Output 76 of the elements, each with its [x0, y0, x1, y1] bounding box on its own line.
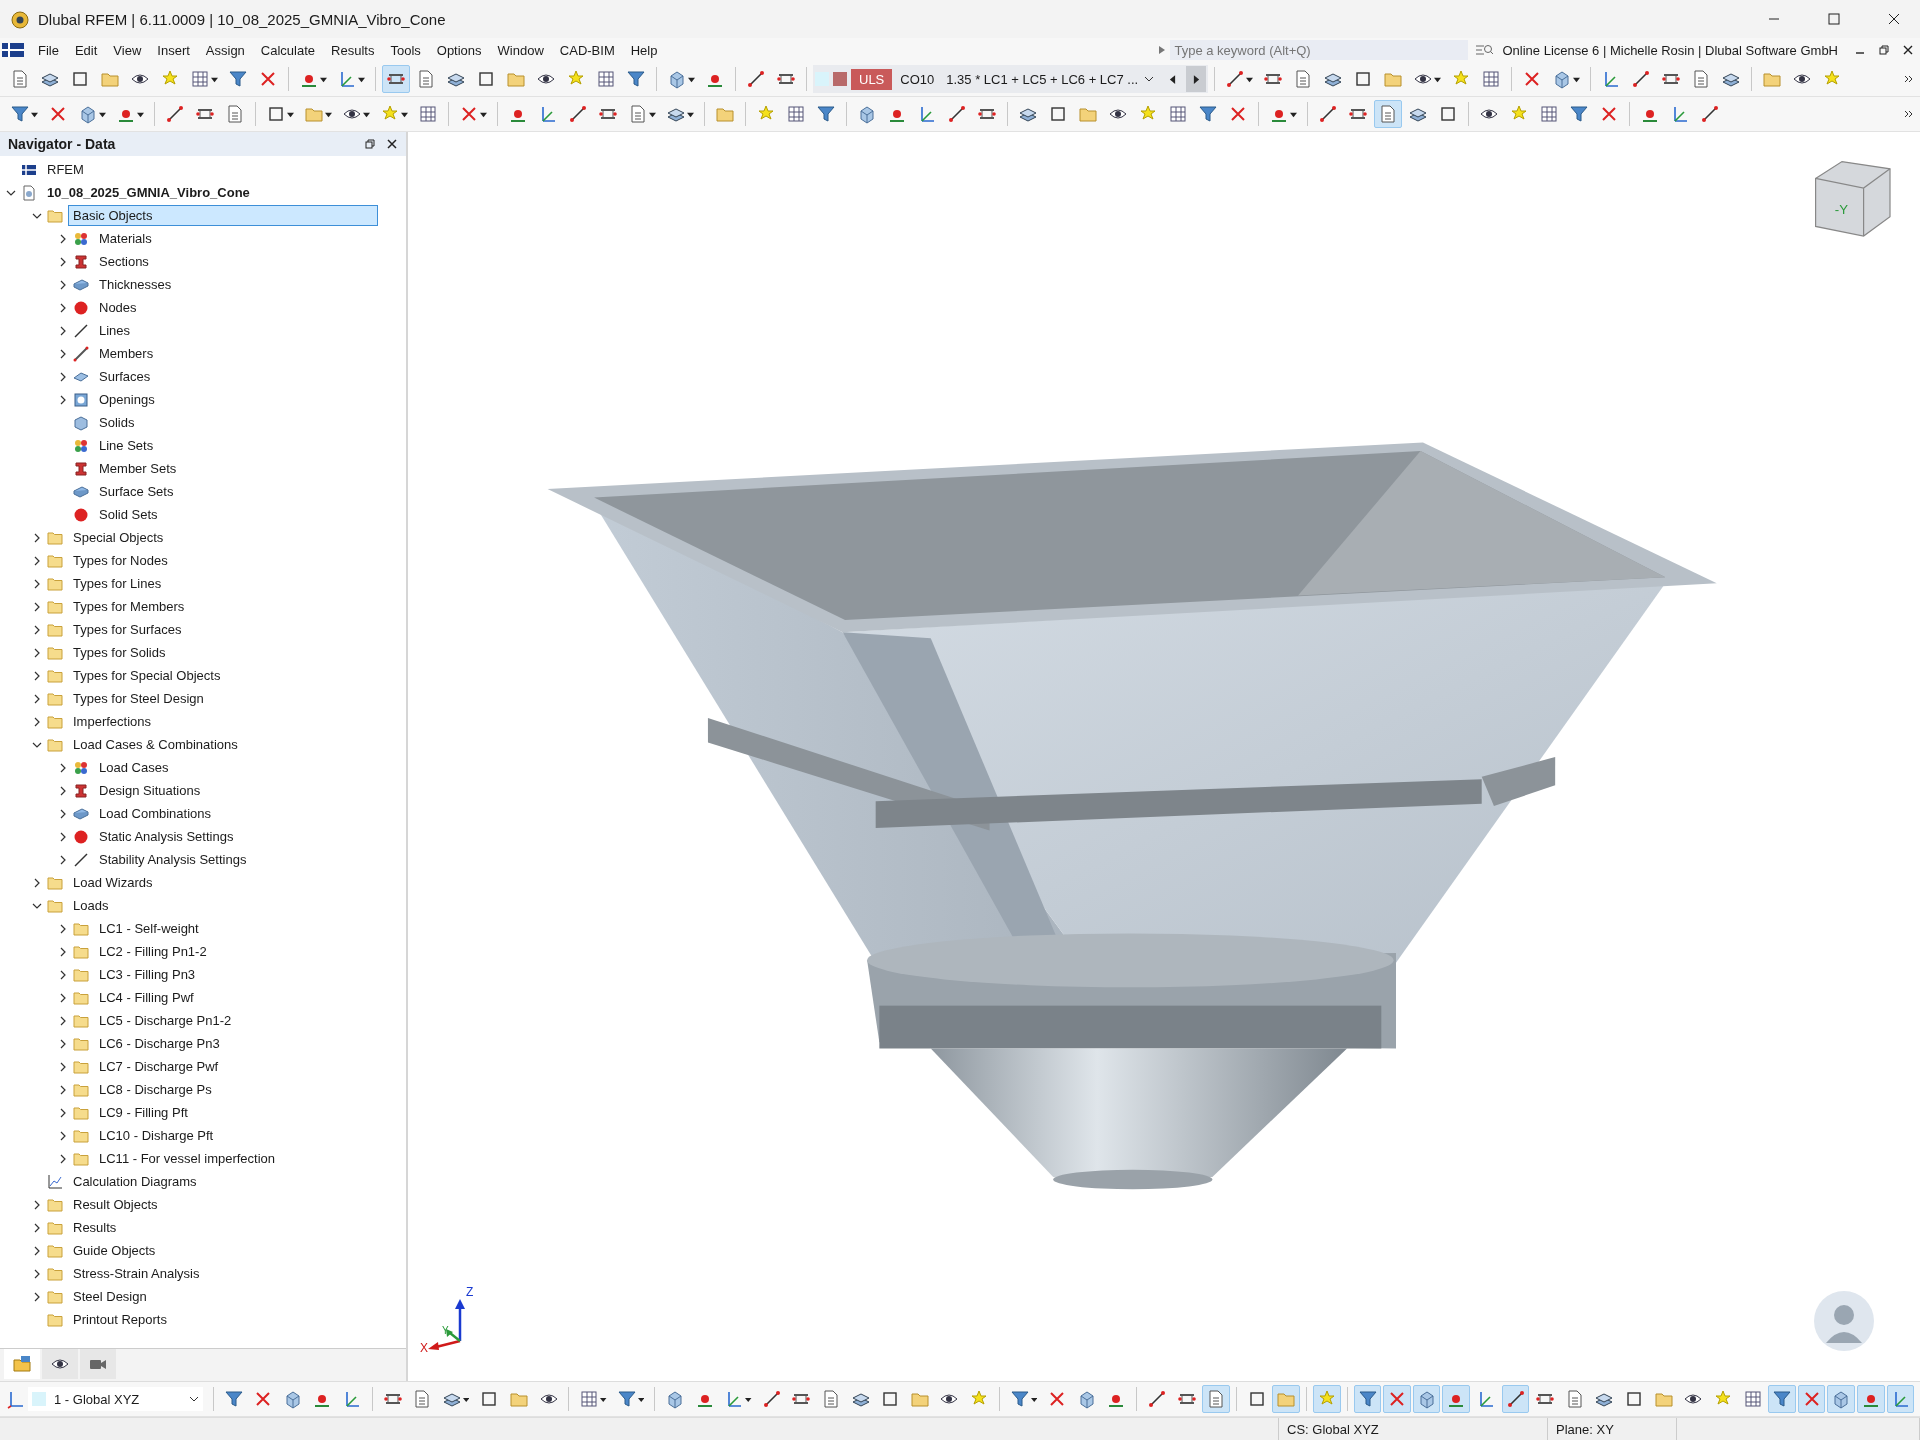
tree-item[interactable]: Types for Members — [68, 596, 190, 617]
search-field[interactable]: Type a keyword (Alt+Q) — [1170, 40, 1469, 60]
tree-item[interactable]: Design Situations — [94, 780, 206, 801]
tree-item[interactable]: Stability Analysis Settings — [94, 849, 252, 870]
tree-item[interactable]: LC6 - Discharge Pn3 — [94, 1033, 225, 1054]
menu-item[interactable]: Help — [622, 42, 666, 58]
tree-item[interactable]: Openings — [94, 389, 160, 410]
tree-item[interactable]: Calculation Diagrams — [68, 1171, 202, 1192]
tree-item[interactable]: Results — [68, 1217, 122, 1238]
tree-item[interactable]: LC11 - For vessel imperfection — [94, 1148, 281, 1169]
tree-item[interactable]: Guide Objects — [68, 1240, 161, 1261]
tree-item[interactable]: Materials — [94, 228, 157, 249]
tree-item[interactable]: Surfaces — [94, 366, 156, 387]
tree-item[interactable]: Sections — [94, 251, 154, 272]
tree-item[interactable]: Solids — [94, 412, 140, 433]
panel-title: Navigator - Data — [8, 136, 116, 152]
tree-item[interactable]: LC2 - Filling Pn1-2 — [94, 941, 212, 962]
tree-item[interactable]: Result Objects — [68, 1194, 163, 1215]
tree-item[interactable]: LC4 - Filling Pwf — [94, 987, 199, 1008]
menu-item[interactable]: Results — [323, 42, 383, 58]
tree-item[interactable]: Thicknesses — [94, 274, 177, 295]
menu-item[interactable]: Edit — [66, 42, 106, 58]
tree-item[interactable]: 10_08_2025_GMNIA_Vibro_Cone — [42, 182, 255, 203]
tree-item[interactable]: Types for Surfaces — [68, 619, 187, 640]
tree-item[interactable]: Nodes — [94, 297, 142, 318]
menu-item[interactable]: Assign — [197, 42, 253, 58]
tree-item[interactable]: Load Cases & Combinations — [68, 734, 243, 755]
tree-item[interactable]: Types for Lines — [68, 573, 167, 594]
combination-dropdown[interactable]: 1.35 * LC1 + LC5 + LC6 + LC7 ... — [942, 71, 1159, 87]
tree-item[interactable]: LC7 - Discharge Pwf — [94, 1056, 224, 1077]
menu-item[interactable]: Options — [428, 42, 490, 58]
menu-item[interactable]: Calculate — [252, 42, 324, 58]
menu-item[interactable]: CAD-BIM — [551, 42, 623, 58]
axis-label: Z — [466, 1285, 474, 1299]
status-text: CS: Global XYZ — [1279, 1418, 1548, 1440]
tree-item[interactable]: Types for Special Objects — [68, 665, 226, 686]
window-title: Dlubal RFEM | 6.11.0009 | 10_08_2025_GMNIA_Vibro_Cone — [38, 10, 446, 28]
tree-item[interactable]: Imperfections — [68, 711, 157, 732]
tree-item[interactable]: Solid Sets — [94, 504, 163, 525]
tree-item[interactable]: RFEM — [42, 159, 89, 180]
tree-item[interactable]: Line Sets — [94, 435, 159, 456]
tree-item[interactable]: Steel Design — [68, 1286, 152, 1307]
tree-item[interactable]: Printout Reports — [68, 1309, 172, 1330]
menu-item[interactable]: Insert — [149, 42, 198, 58]
tree-item[interactable]: Types for Steel Design — [68, 688, 209, 709]
menu-item[interactable]: Window — [489, 42, 552, 58]
tree-item[interactable]: Load Wizards — [68, 872, 158, 893]
tree-item[interactable]: LC3 - Filling Pn3 — [94, 964, 201, 985]
tree-item[interactable]: Members — [94, 343, 159, 364]
tree-item[interactable]: Loads — [68, 895, 114, 916]
design-badge: ULS — [851, 68, 893, 90]
menu-item[interactable]: View — [105, 42, 150, 58]
tree-item[interactable]: Types for Nodes — [68, 550, 173, 571]
combination-code: CO10 — [899, 71, 936, 87]
tree-item[interactable]: Member Sets — [94, 458, 182, 479]
menu-item[interactable]: File — [30, 42, 67, 58]
menu-item[interactable]: Tools — [382, 42, 429, 58]
license-text: Online License 6 | Michelle Rosin | Dlubal Software GmbH — [1502, 42, 1838, 58]
tree-item[interactable]: Lines — [94, 320, 136, 341]
coordinate-system-dropdown[interactable]: 1 - Global XYZ — [28, 1387, 203, 1411]
tree-item[interactable]: LC1 - Self-weight — [94, 918, 204, 939]
axis-label: X — [420, 1341, 428, 1355]
tree-item[interactable]: Surface Sets — [94, 481, 179, 502]
axis-label: Y — [442, 1325, 449, 1336]
tree-item[interactable]: Basic Objects — [68, 205, 378, 226]
tree-item[interactable]: LC8 - Discharge Ps — [94, 1079, 217, 1100]
status-text: Plane: XY — [1548, 1418, 1677, 1440]
tree-item[interactable]: Special Objects — [68, 527, 169, 548]
tree-item[interactable]: Stress-Strain Analysis — [68, 1263, 205, 1284]
tree-item[interactable]: Types for Solids — [68, 642, 171, 663]
tree-item[interactable]: LC9 - Filling Pft — [94, 1102, 193, 1123]
tree-item[interactable]: Load Combinations — [94, 803, 217, 824]
tree-item[interactable]: LC5 - Discharge Pn1-2 — [94, 1010, 237, 1031]
tree-item[interactable]: Load Cases — [94, 757, 174, 778]
tree-item[interactable]: LC10 - Disharge Pft — [94, 1125, 219, 1146]
tree-item[interactable]: Static Analysis Settings — [94, 826, 239, 847]
